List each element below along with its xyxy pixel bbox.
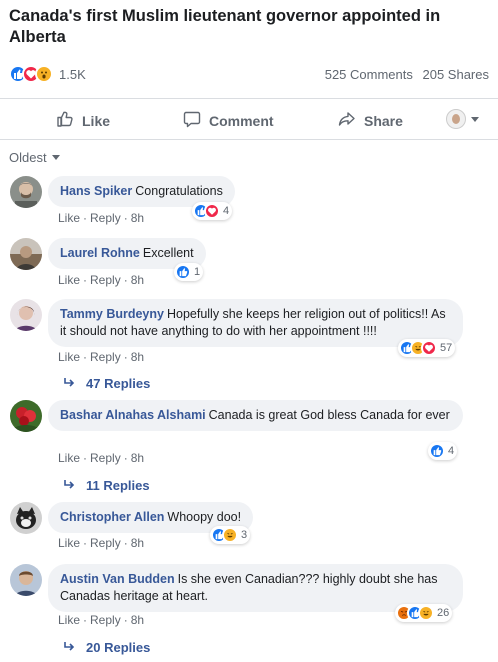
reaction-count: 1	[194, 266, 201, 278]
post-headline[interactable]: Canada's first Muslim lieutenant governo…	[9, 6, 479, 48]
share-button-label: Share	[364, 112, 403, 129]
like-reaction-icon	[175, 264, 191, 280]
avatar[interactable]	[10, 502, 42, 534]
comment-meta: Like · Reply · 8h	[58, 451, 145, 465]
like-reaction-icon	[429, 443, 445, 459]
comment-reactions[interactable]: 26	[395, 604, 453, 622]
comment-reply-link[interactable]: Reply	[90, 211, 121, 225]
comment-meta: Like · Reply · 8h	[58, 613, 145, 627]
reaction-identity-menu[interactable]	[446, 109, 479, 129]
avatar[interactable]	[10, 299, 42, 331]
avatar[interactable]	[10, 176, 42, 208]
view-replies-link[interactable]: 20 Replies	[64, 640, 150, 655]
sort-label: Oldest	[9, 150, 47, 165]
commenter-name[interactable]: Bashar Alnahas Alshami	[60, 408, 206, 422]
reaction-count: 4	[223, 205, 230, 217]
love-reaction-icon	[421, 340, 437, 356]
like-button[interactable]: Like	[55, 109, 110, 132]
avatar[interactable]	[10, 400, 42, 432]
comment-reply-link[interactable]: Reply	[90, 613, 121, 627]
comment-timestamp[interactable]: 8h	[131, 451, 144, 465]
comment-meta: Like · Reply · 8h	[58, 350, 145, 364]
share-arrow-icon	[337, 109, 364, 132]
reaction-count[interactable]: 1.5K	[59, 67, 86, 82]
comment-sort-dropdown[interactable]: Oldest	[9, 150, 60, 165]
comment-reactions[interactable]: 4	[192, 202, 233, 220]
comment-text: Canada is great God bless Canada for eve…	[208, 408, 450, 422]
speech-bubble-icon	[182, 109, 209, 132]
thumbs-up-icon	[55, 109, 82, 132]
haha-reaction-icon	[222, 527, 238, 543]
comment-reactions[interactable]: 57	[398, 339, 456, 357]
comment-like-link[interactable]: Like	[58, 536, 80, 550]
view-replies-link[interactable]: 47 Replies	[64, 376, 150, 391]
replies-count: 11 Replies	[86, 478, 150, 493]
reaction-count: 3	[241, 529, 248, 541]
comment-like-link[interactable]: Like	[58, 273, 80, 287]
reaction-count: 4	[448, 445, 455, 457]
comment-meta: Like · Reply · 8h	[58, 536, 145, 550]
love-reaction-icon	[204, 203, 220, 219]
chevron-down-icon	[51, 155, 60, 160]
shares-count[interactable]: 205 Shares	[423, 67, 490, 82]
reply-arrow-icon	[64, 376, 86, 391]
avatar[interactable]	[10, 238, 42, 270]
post-stats: 1.5K 525 Comments 205 Shares	[9, 65, 489, 85]
commenter-name[interactable]: Tammy Burdeyny	[60, 307, 164, 321]
comment-timestamp[interactable]: 8h	[131, 350, 144, 364]
commenter-name[interactable]: Hans Spiker	[60, 184, 132, 198]
comment-timestamp[interactable]: 8h	[131, 273, 144, 287]
profile-avatar-icon	[446, 109, 466, 129]
comment-timestamp[interactable]: 8h	[131, 613, 144, 627]
comment-like-link[interactable]: Like	[58, 451, 80, 465]
comment-like-link[interactable]: Like	[58, 613, 80, 627]
comment-meta: Like · Reply · 8h	[58, 211, 145, 225]
reply-arrow-icon	[64, 478, 86, 493]
comment-button-label: Comment	[209, 112, 274, 129]
reaction-count: 26	[437, 607, 450, 619]
post-action-bar: Like Comment Share	[0, 98, 498, 140]
reply-arrow-icon	[64, 640, 86, 655]
comment-like-link[interactable]: Like	[58, 350, 80, 364]
view-replies-link[interactable]: 11 Replies	[64, 478, 150, 493]
comment-like-link[interactable]: Like	[58, 211, 80, 225]
comment-reactions[interactable]: 3	[210, 526, 251, 544]
comment-text: Whoopy doo!	[167, 510, 242, 524]
comment-reply-link[interactable]: Reply	[90, 536, 121, 550]
comment-reply-link[interactable]: Reply	[90, 273, 121, 287]
comment-reply-link[interactable]: Reply	[90, 350, 121, 364]
avatar[interactable]	[10, 564, 42, 596]
replies-count: 47 Replies	[86, 376, 151, 391]
replies-count: 20 Replies	[86, 640, 151, 655]
comment-text: Excellent	[142, 246, 194, 260]
comment-timestamp[interactable]: 8h	[131, 536, 144, 550]
share-button[interactable]: Share	[337, 109, 403, 132]
commenter-name[interactable]: Austin Van Budden	[60, 572, 175, 586]
comment-bubble: Bashar Alnahas Alshami Canada is great Go…	[48, 400, 463, 431]
like-button-label: Like	[82, 112, 111, 129]
commenter-name[interactable]: Laurel Rohne	[60, 246, 140, 260]
reaction-count: 57	[440, 342, 453, 354]
comment-text: Congratulations	[135, 184, 223, 198]
reaction-summary[interactable]: 1.5K	[9, 65, 86, 83]
comment-reactions[interactable]: 4	[428, 442, 458, 460]
comment-meta: Like · Reply · 8h	[58, 273, 145, 287]
wow-reaction-icon	[35, 65, 53, 83]
commenter-name[interactable]: Christopher Allen	[60, 510, 164, 524]
comment-reply-link[interactable]: Reply	[90, 451, 121, 465]
comment-timestamp[interactable]: 8h	[131, 211, 144, 225]
comments-count[interactable]: 525 Comments	[325, 67, 413, 82]
chevron-down-icon	[471, 116, 479, 122]
haha-reaction-icon	[418, 605, 434, 621]
comment-reactions[interactable]: 1	[174, 263, 204, 281]
